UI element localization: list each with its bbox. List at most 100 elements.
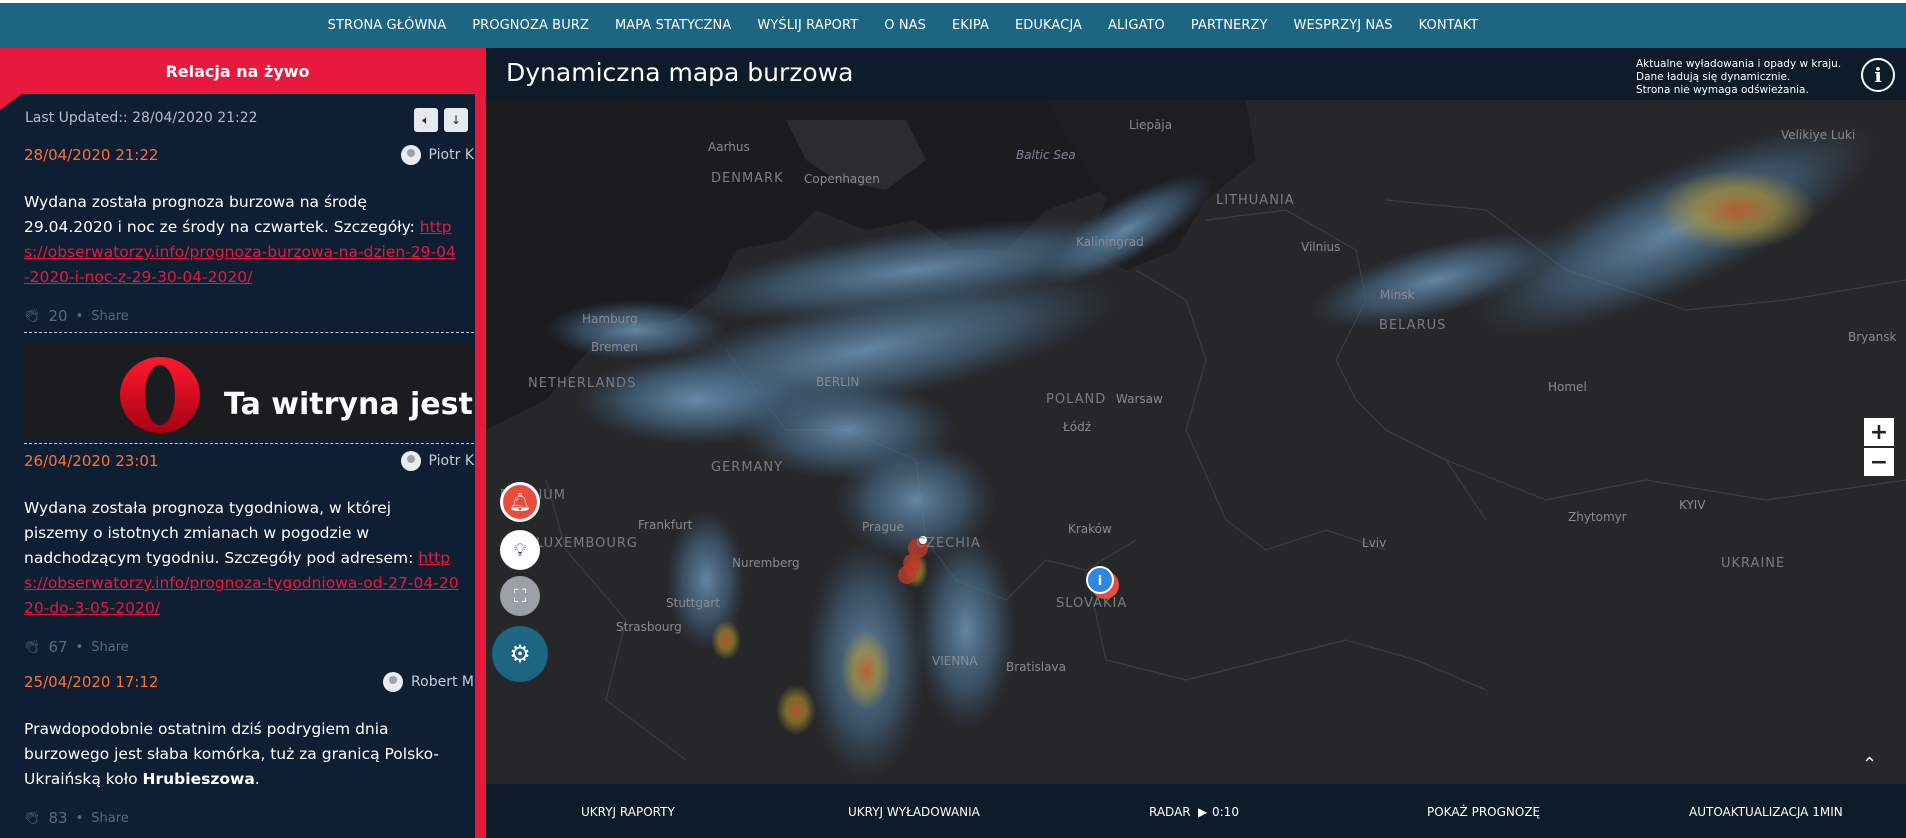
share-link[interactable]: Share bbox=[91, 309, 129, 324]
last-updated-text: Last Updated:: 28/04/2020 21:22 bbox=[25, 110, 258, 126]
map-note-line: Aktualne wyładowania i opady w kraju. bbox=[1636, 58, 1842, 70]
banner-text: Ta witryna jest ni bbox=[224, 387, 474, 422]
map-note-line: Dane ładują się dynamicznie. bbox=[1636, 71, 1791, 83]
share-link[interactable]: Share bbox=[91, 640, 129, 655]
live-feed-panel: Relacja na żywo Last Updated:: 28/04/202… bbox=[0, 48, 486, 838]
live-feed-header: Relacja na żywo bbox=[0, 48, 475, 94]
map-label: KYIV bbox=[1679, 498, 1706, 512]
post-author: Piotr K bbox=[400, 145, 474, 165]
post-meta: 👏︎ 67 • Share bbox=[24, 635, 474, 659]
map-label: LITHUANIA bbox=[1216, 193, 1295, 208]
author-name: Piotr K bbox=[428, 147, 474, 163]
map-label: Frankfurt bbox=[638, 518, 693, 532]
divider bbox=[24, 443, 474, 444]
zoom-in-button[interactable]: + bbox=[1864, 418, 1894, 446]
meta-separator: • bbox=[75, 810, 84, 826]
divider bbox=[24, 332, 474, 333]
settings-button[interactable]: ⚙ bbox=[492, 626, 548, 682]
post-text-tail: . bbox=[254, 770, 260, 788]
opera-ad-banner[interactable]: Ta witryna jest ni bbox=[24, 343, 474, 437]
nav-item-home[interactable]: STRONA GŁÓWNA bbox=[315, 18, 460, 33]
map-label: POLAND bbox=[1046, 392, 1107, 407]
hide-reports-button[interactable]: UKRYJ RAPORTY bbox=[581, 805, 675, 819]
sort-button[interactable]: ↓ bbox=[444, 108, 468, 132]
map-label: Łódź bbox=[1063, 420, 1092, 434]
clap-count: 67 bbox=[48, 638, 68, 656]
map-label: Baltic Sea bbox=[1016, 148, 1076, 162]
map-label: Vilnius bbox=[1301, 240, 1341, 254]
map-label: Bremen bbox=[591, 340, 638, 354]
list-item: 28/04/2020 21:22 Piotr K Wydana została … bbox=[24, 140, 474, 328]
post-meta: 👏︎ 83 • Share bbox=[24, 806, 474, 830]
chevron-up-icon[interactable]: ⌃ bbox=[1862, 754, 1886, 778]
post-text: Wydana została prognoza burzowa na środę… bbox=[24, 193, 415, 236]
map-label: Velikiye Luki bbox=[1781, 128, 1856, 142]
page-title: Dynamiczna mapa burzowa bbox=[506, 58, 854, 87]
clap-icon[interactable]: 👏︎ bbox=[24, 811, 41, 826]
post-bold-text: Hrubieszowa bbox=[142, 770, 255, 788]
nav-item-education[interactable]: EDUKACJA bbox=[1002, 18, 1095, 33]
radar-map[interactable]: i Liepāja Velikiye Luki Aarhus DENMARK C… bbox=[486, 100, 1906, 784]
author-name: Robert M bbox=[411, 674, 474, 690]
zoom-out-button[interactable]: − bbox=[1864, 448, 1894, 476]
nav-item-static-map[interactable]: MAPA STATYCZNA bbox=[602, 18, 744, 33]
nav-item-team[interactable]: EKIPA bbox=[939, 18, 1002, 33]
map-label: Kaliningrad bbox=[1076, 235, 1144, 249]
nav-item-contact[interactable]: KONTAKT bbox=[1406, 18, 1492, 33]
hide-lightning-button[interactable]: UKRYJ WYŁADOWANIA bbox=[848, 805, 980, 819]
clap-count: 20 bbox=[48, 307, 68, 325]
auto-update-toggle[interactable]: AUTOAKTUALIZACJA 1MIN bbox=[1689, 805, 1843, 819]
post-date: 28/04/2020 21:22 bbox=[24, 146, 159, 164]
share-link[interactable]: Share bbox=[91, 811, 129, 826]
map-label: GERMANY bbox=[711, 460, 784, 475]
avatar bbox=[383, 672, 404, 692]
info-icon[interactable]: i bbox=[1861, 58, 1895, 92]
meta-separator: • bbox=[75, 639, 84, 655]
radar-time: 0:10 bbox=[1212, 805, 1239, 819]
speaker-icon: 🔈︎ bbox=[422, 112, 430, 127]
nav-item-support[interactable]: WESPRZYJ NAS bbox=[1281, 18, 1406, 33]
post-date: 25/04/2020 17:12 bbox=[24, 673, 159, 691]
post-author: Robert M bbox=[383, 672, 474, 692]
fullscreen-button[interactable]: ⛶ bbox=[500, 576, 540, 616]
sound-toggle-button[interactable]: 🔈︎ bbox=[414, 108, 438, 132]
clap-icon[interactable]: 👏︎ bbox=[24, 640, 41, 655]
gear-icon: ⚙ bbox=[509, 640, 531, 668]
nav-item-about[interactable]: O NAS bbox=[871, 18, 939, 33]
nav-item-partners[interactable]: PARTNERZY bbox=[1178, 18, 1281, 33]
map-background: i bbox=[486, 100, 1906, 784]
author-name: Piotr K bbox=[428, 453, 474, 469]
nav-item-aligato[interactable]: ALIGATO bbox=[1095, 18, 1178, 33]
post-date: 26/04/2020 23:01 bbox=[24, 452, 159, 470]
map-label: Warsaw bbox=[1116, 392, 1163, 406]
map-label: SLOVAKIA bbox=[1056, 596, 1128, 611]
post-body: Wydana została prognoza burzowa na środę… bbox=[24, 190, 459, 290]
list-item: 26/04/2020 23:01 Piotr K Wydana została … bbox=[24, 446, 474, 659]
post-body: Wydana została prognoza tygodniowa, w kt… bbox=[24, 496, 459, 621]
map-label: Strasbourg bbox=[616, 620, 682, 634]
map-label: Prague bbox=[862, 520, 904, 534]
map-footer-controls: UKRYJ RAPORTY UKRYJ WYŁADOWANIA RADAR ▶ … bbox=[486, 784, 1906, 838]
post-text: Wydana została prognoza tygodniowa, w kt… bbox=[24, 499, 414, 567]
post-author: Piotr K bbox=[400, 451, 474, 471]
map-label: Zhytomyr bbox=[1568, 510, 1627, 524]
map-label: Kraków bbox=[1068, 522, 1112, 536]
map-label: Aarhus bbox=[708, 140, 750, 154]
show-forecast-button[interactable]: POKAŻ PROGNOZĘ bbox=[1427, 805, 1540, 819]
list-item: 25/04/2020 17:12 Robert M Prawdopodobnie… bbox=[24, 667, 474, 830]
nav-item-send-report[interactable]: WYŚLIJ RAPORT bbox=[744, 18, 871, 33]
map-label: NETHERLANDS bbox=[528, 376, 637, 391]
map-label: Bryansk bbox=[1848, 330, 1897, 344]
nav-item-storm-forecast[interactable]: PROGNOZA BURZ bbox=[459, 18, 602, 33]
clap-icon[interactable]: 👏︎ bbox=[24, 309, 41, 324]
scrollbar[interactable] bbox=[475, 48, 486, 838]
post-body: Prawdopodobnie ostatnim dziś podrygiem d… bbox=[24, 717, 459, 792]
alert-button[interactable]: 🔔︎ bbox=[500, 482, 540, 522]
play-icon[interactable]: ▶ bbox=[1198, 805, 1207, 819]
top-navigation: STRONA GŁÓWNA PROGNOZA BURZ MAPA STATYCZ… bbox=[0, 0, 1906, 48]
avatar bbox=[400, 145, 421, 165]
map-label: Homel bbox=[1548, 380, 1587, 394]
tips-button[interactable]: 💡︎ bbox=[500, 530, 540, 570]
map-label: LUXEMBOURG bbox=[536, 536, 638, 551]
map-label: Stuttgart bbox=[666, 596, 720, 610]
